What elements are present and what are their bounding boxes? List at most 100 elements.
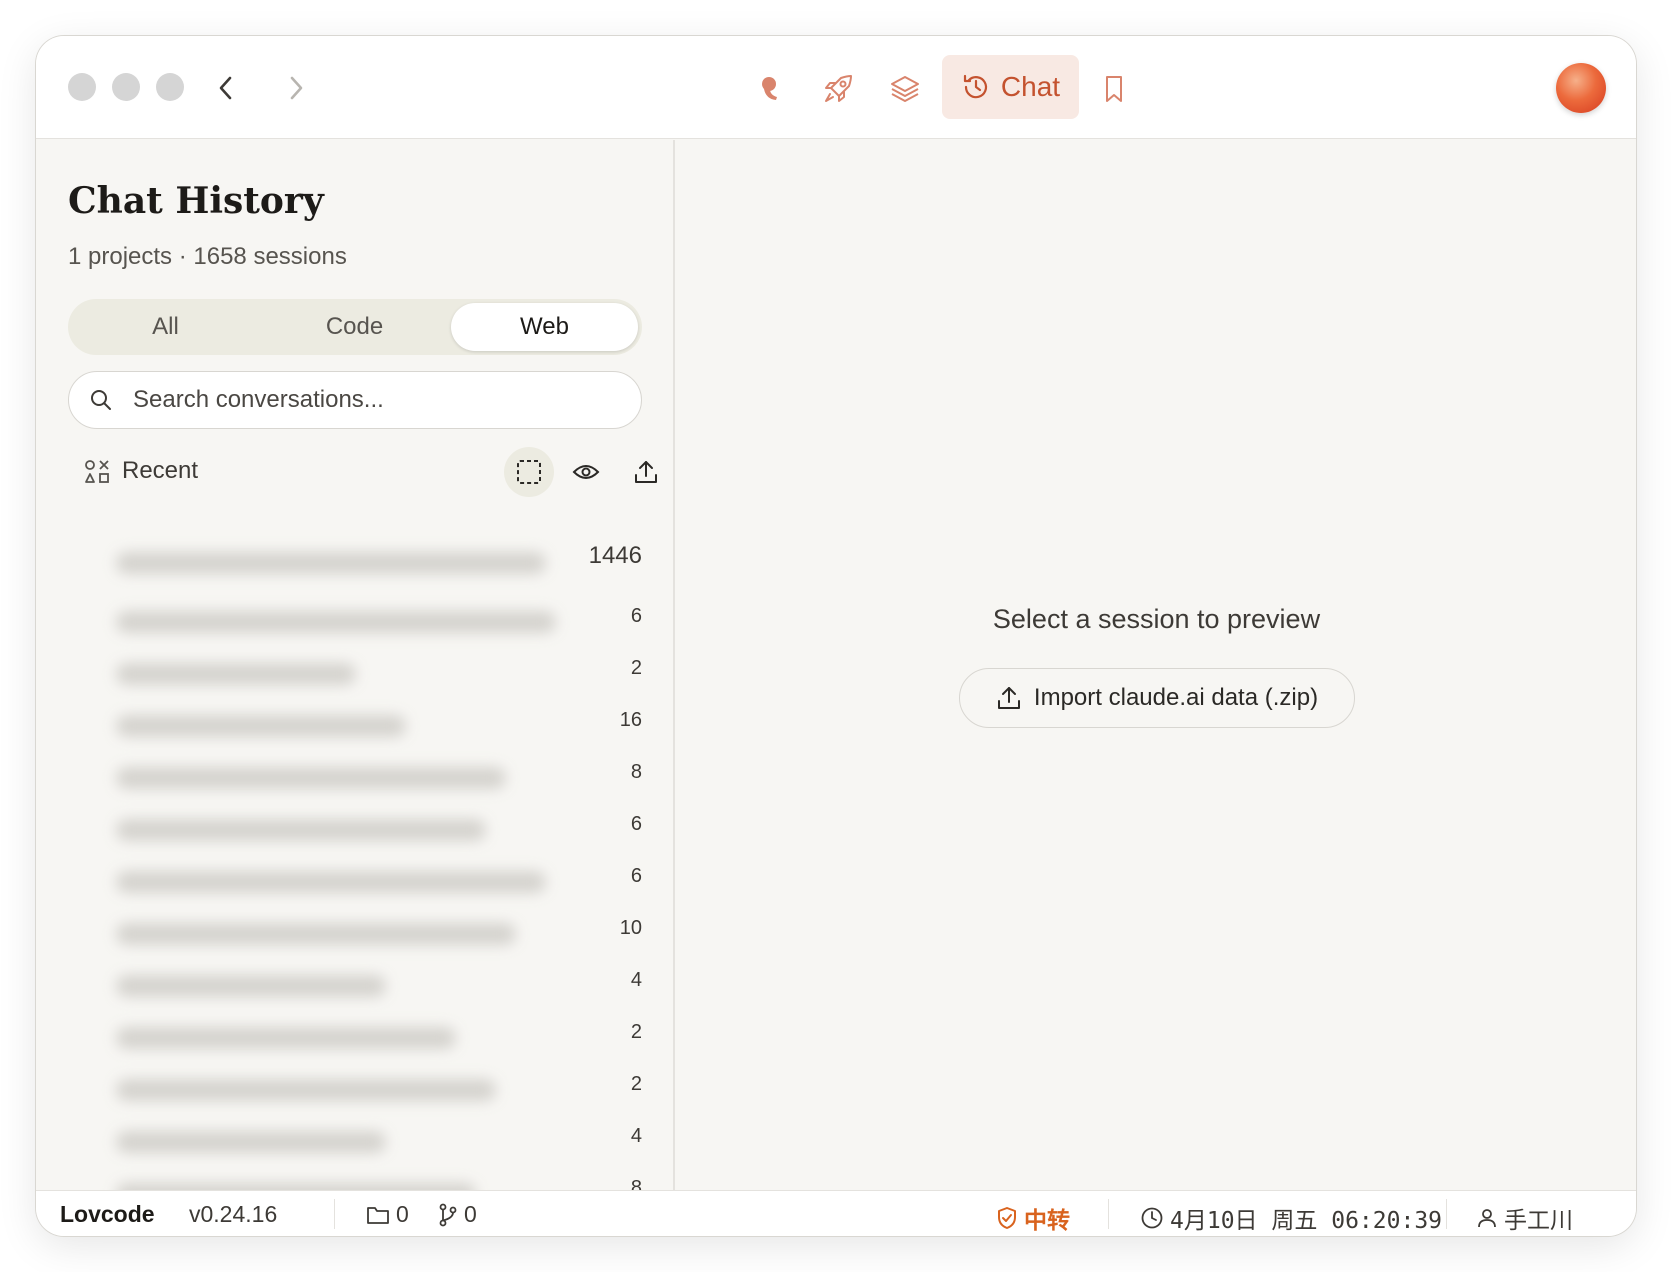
mascot-icon	[762, 77, 777, 100]
message-count: 10	[619, 917, 642, 939]
layers-icon	[891, 76, 919, 102]
session-list: 1446 6 2 16 8 6 6 10 4 2 2 4 8	[36, 505, 675, 1195]
title-bar: Chat	[36, 36, 1636, 139]
user-avatar[interactable]	[1556, 63, 1606, 113]
tab-chat[interactable]: Chat	[942, 55, 1079, 119]
list-item[interactable]: 4	[36, 1119, 675, 1159]
list-item[interactable]: 16	[36, 703, 675, 743]
message-count: 16	[619, 709, 642, 731]
app-version: v0.24.16	[189, 1201, 278, 1227]
blurred-title	[116, 552, 546, 574]
divider	[334, 1199, 335, 1229]
upload-icon	[997, 687, 1020, 709]
app-window: Chat Chat History 1 projects · 1658 sess…	[36, 36, 1636, 1236]
export-button[interactable]	[621, 447, 671, 497]
window-close-button[interactable]	[68, 73, 96, 101]
user-icon	[1478, 1209, 1496, 1228]
preview-panel: Select a session to preview Import claud…	[677, 140, 1636, 1190]
datetime-value: 4月10日 周五 06:20:39	[1170, 1208, 1443, 1234]
message-count: 4	[630, 1125, 642, 1147]
app-name: Lovcode	[60, 1201, 155, 1227]
message-count: 2	[630, 1021, 642, 1043]
filter-web[interactable]: Web	[451, 303, 638, 351]
divider	[1108, 1199, 1109, 1229]
session-summary: 1 projects · 1658 sessions	[68, 243, 347, 270]
user-display[interactable]: 手工川	[1476, 1201, 1573, 1235]
list-item[interactable]: 6	[36, 599, 675, 639]
message-count: 6	[630, 865, 642, 887]
blurred-title	[116, 611, 556, 633]
import-button-label: Import claude.ai data (.zip)	[1033, 684, 1319, 711]
mascot-button[interactable]	[748, 67, 792, 111]
filter-code[interactable]: Code	[261, 303, 448, 351]
git-branch-icon	[439, 1203, 457, 1226]
blurred-title	[116, 1131, 386, 1153]
blurred-title	[116, 1027, 456, 1049]
preview-toggle-button[interactable]	[561, 447, 611, 497]
folder-count[interactable]: 0	[366, 1201, 409, 1228]
list-item[interactable]: 6	[36, 859, 675, 899]
blurred-title	[116, 1079, 496, 1101]
blurred-title	[116, 923, 516, 945]
folder-count-value: 0	[396, 1201, 409, 1227]
layers-button[interactable]	[883, 67, 927, 111]
list-item[interactable]: 2	[36, 1015, 675, 1055]
dashed-select-icon	[517, 460, 541, 484]
chevron-left-icon	[219, 76, 232, 100]
window-minimize-button[interactable]	[112, 73, 140, 101]
back-button[interactable]	[206, 68, 246, 108]
message-count: 6	[630, 813, 642, 835]
datetime-display: 4月10日 周五 06:20:39	[1140, 1201, 1442, 1235]
search-icon	[89, 388, 113, 417]
list-item[interactable]: 10	[36, 911, 675, 951]
eye-icon	[572, 465, 600, 479]
blurred-title	[116, 975, 386, 997]
empty-state-text: Select a session to preview	[992, 604, 1321, 634]
list-item[interactable]: 6	[36, 807, 675, 847]
folder-icon	[367, 1206, 389, 1224]
blurred-title	[116, 715, 406, 737]
forward-button[interactable]	[276, 68, 316, 108]
bookmark-icon	[1106, 76, 1122, 102]
list-item[interactable]: 4	[36, 963, 675, 1003]
message-count: 1446	[588, 542, 642, 569]
category-grid-icon	[84, 459, 110, 490]
filter-all[interactable]: All	[72, 303, 259, 351]
list-item[interactable]: 2	[36, 651, 675, 691]
source-filter: All Code Web	[68, 299, 642, 355]
history-icon	[963, 74, 988, 99]
status-bar: Lovcode v0.24.16 0 0 中转 4月10日 周五 06:20:3…	[36, 1190, 1636, 1236]
blurred-title	[116, 819, 486, 841]
recent-label: Recent	[122, 457, 199, 484]
message-count: 6	[630, 605, 642, 627]
search-input[interactable]	[133, 380, 613, 420]
blurred-title	[116, 767, 506, 789]
sidebar: Chat History 1 projects · 1658 sessions …	[36, 140, 675, 1195]
divider	[1446, 1199, 1447, 1229]
tab-chat-label: Chat	[1000, 71, 1061, 102]
branch-count[interactable]: 0	[438, 1201, 477, 1228]
list-item[interactable]: 2	[36, 1067, 675, 1107]
list-item[interactable]: 1446	[36, 540, 675, 580]
import-button[interactable]: Import claude.ai data (.zip)	[959, 668, 1355, 728]
search-box	[68, 371, 642, 429]
relay-label: 中转	[1024, 1207, 1070, 1233]
recent-header: Recent	[84, 443, 657, 499]
clock-icon	[1141, 1207, 1163, 1229]
window-zoom-button[interactable]	[156, 73, 184, 101]
bookmark-button[interactable]	[1092, 67, 1136, 111]
shield-check-icon	[998, 1207, 1016, 1229]
list-item[interactable]: 8	[36, 755, 675, 795]
select-mode-button[interactable]	[504, 447, 554, 497]
user-name: 手工川	[1504, 1207, 1573, 1233]
relay-status[interactable]: 中转	[996, 1201, 1070, 1235]
rocket-icon	[825, 75, 852, 102]
message-count: 2	[630, 1073, 642, 1095]
blurred-title	[116, 871, 546, 893]
branch-count-value: 0	[464, 1201, 477, 1227]
message-count: 2	[630, 657, 642, 679]
message-count: 4	[630, 969, 642, 991]
chevron-right-icon	[290, 76, 303, 100]
blurred-title	[116, 663, 356, 685]
rocket-button[interactable]	[816, 67, 860, 111]
